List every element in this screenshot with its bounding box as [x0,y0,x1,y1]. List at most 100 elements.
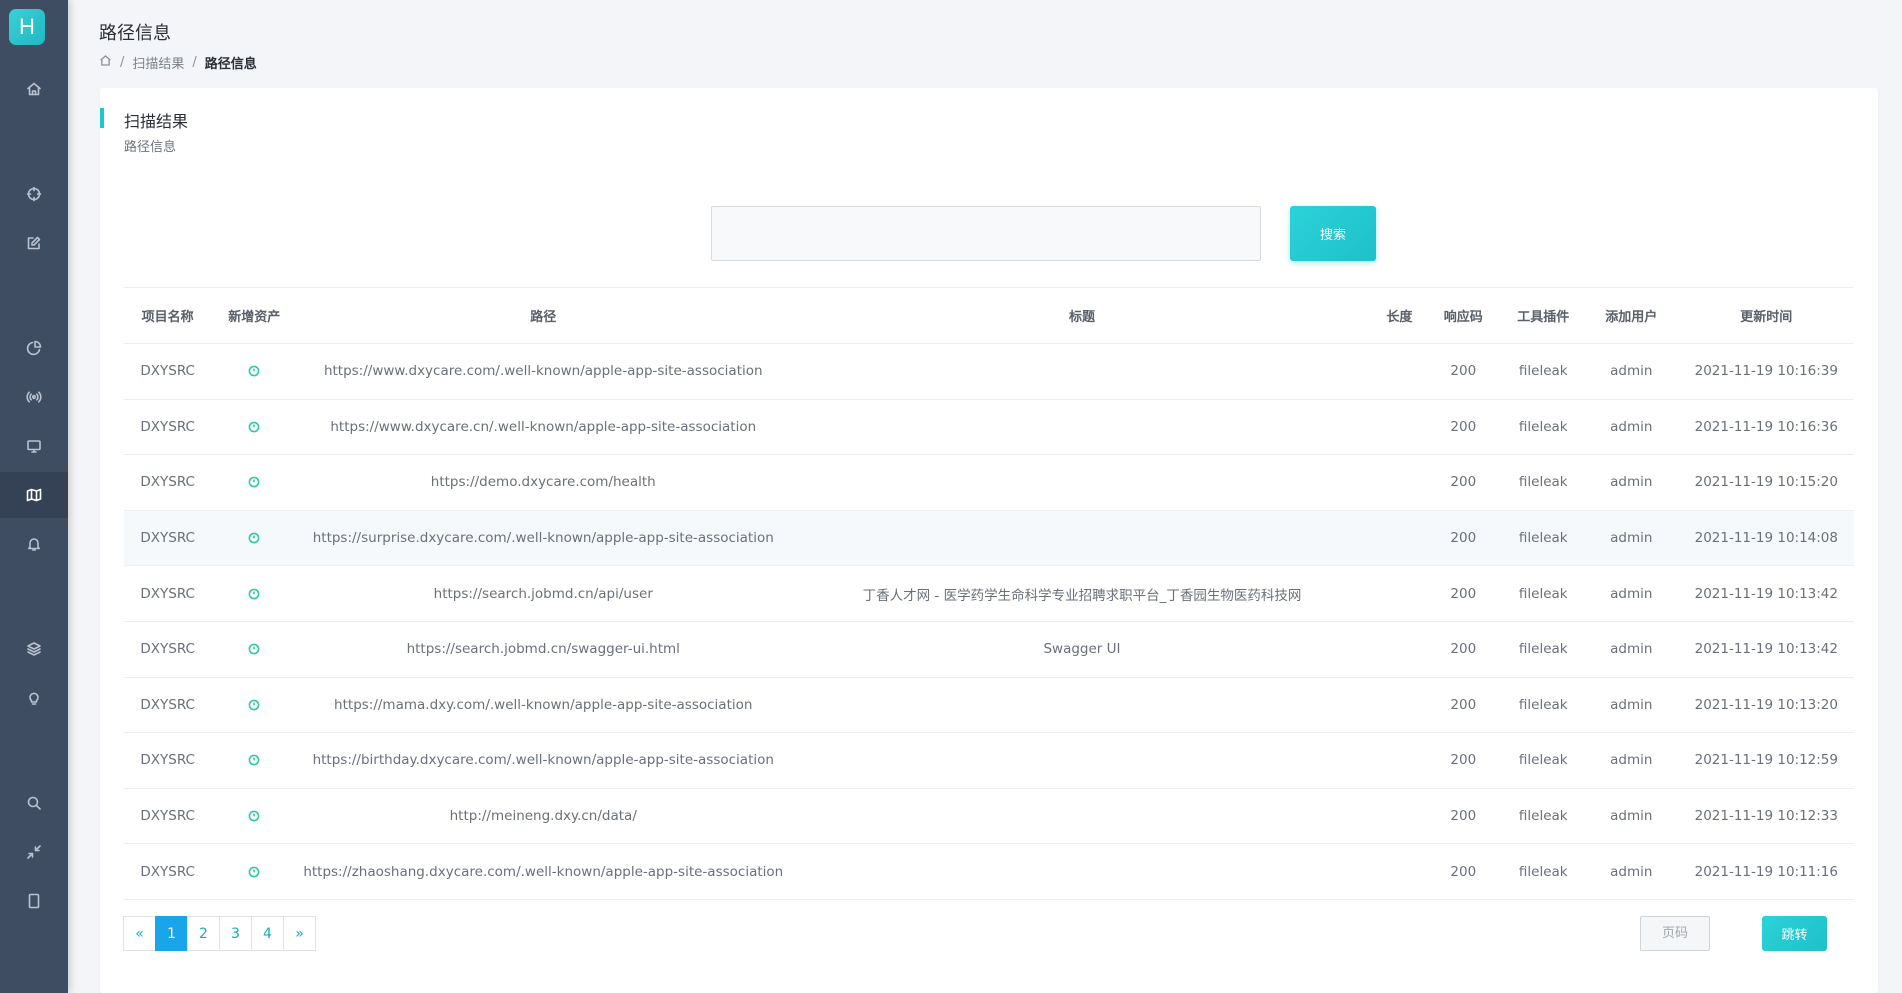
breadcrumb-separator: / [192,55,197,70]
new-asset-icon [248,754,260,766]
sidebar-item-monitor[interactable] [0,374,68,420]
column-header-updated: 更新时间 [1678,287,1854,344]
table-row[interactable]: DXYSRC https://surprise.dxycare.com/.well… [124,510,1854,567]
table-row[interactable]: DXYSRC http://meineng.dxy.cn/data/200 file… [124,788,1854,845]
table-row[interactable]: DXYSRC https://zhaoshang.dxycare.com/.wel… [124,843,1854,900]
cell-new-asset [211,843,298,900]
pagination-page-3[interactable]: 3 [219,916,252,951]
cell-title [789,510,1375,567]
cell-length [1374,788,1424,845]
cell-plugin: fileleak [1502,454,1584,511]
table-header-row: 项目名称 新增资产 路径 标题 长度 响应码 工具插件 添加用户 更新时间 [124,287,1854,344]
card-subtitle: 路径信息 [124,140,177,155]
pagination-page-2[interactable]: 2 [187,916,220,951]
radio-signal-icon [26,391,42,403]
cell-status-code: 200 [1423,677,1503,734]
home-icon [27,82,41,96]
jump-button[interactable]: 跳转 [1762,916,1827,951]
cell-updated: 2021-11-19 10:13:42 [1678,621,1854,678]
cell-project: DXYSRC [124,843,212,900]
breadcrumb-home[interactable] [99,54,112,71]
cell-length [1374,621,1424,678]
cell-user: admin [1583,677,1679,734]
table-row[interactable]: DXYSRC https://birthday.dxycare.com/.well… [124,732,1854,789]
cell-new-asset [211,565,298,622]
table-row[interactable]: DXYSRC https://www.dxycare.com/.well-know… [124,343,1854,400]
cell-user: admin [1583,510,1679,567]
cell-path: https://zhaoshang.dxycare.com/.well-know… [297,843,790,900]
table-row[interactable]: DXYSRC https://mama.dxy.com/.well-known/a… [124,677,1854,734]
pagination-page-4[interactable]: 4 [251,916,284,951]
layers-icon [27,642,41,656]
cell-new-asset [211,788,298,845]
pagination: « 1 2 3 4 » [123,916,316,951]
cell-status-code: 200 [1423,732,1503,789]
cell-updated: 2021-11-19 10:14:08 [1678,510,1854,567]
table-row[interactable]: DXYSRC https://demo.dxycare.com/health 200… [124,454,1854,511]
column-header-title: 标题 [789,287,1375,344]
cell-new-asset [211,732,298,789]
sidebar-item-device[interactable] [0,878,68,924]
cell-new-asset [211,510,298,567]
cell-updated: 2021-11-19 10:13:20 [1678,677,1854,734]
cell-plugin: fileleak [1502,621,1584,678]
sidebar-item-home[interactable] [0,66,68,112]
table-row[interactable]: DXYSRC https://search.jobmd.cn/swagger-ui… [124,621,1854,678]
cell-path: https://mama.dxy.com/.well-known/apple-a… [297,677,790,734]
cell-path: https://demo.dxycare.com/health [297,454,790,511]
table-row[interactable]: DXYSRC https://www.dxycare.cn/.well-known… [124,399,1854,456]
page-title: 路径信息 [99,23,171,44]
cell-title [789,399,1375,456]
sidebar: H [0,0,68,993]
cell-title [789,343,1375,400]
sidebar-item-layers[interactable] [0,626,68,672]
cell-updated: 2021-11-19 10:16:36 [1678,399,1854,456]
sidebar-item-collapse[interactable] [0,829,68,875]
cell-updated: 2021-11-19 10:12:59 [1678,732,1854,789]
sidebar-item-ideas[interactable] [0,675,68,721]
cell-user: admin [1583,788,1679,845]
new-asset-icon [248,476,260,488]
sidebar-item-search[interactable] [0,780,68,826]
monitor-icon [27,440,41,453]
page-number-input[interactable] [1640,916,1710,951]
card-accent-bar [100,108,104,128]
cell-project: DXYSRC [124,565,212,622]
pagination-page-1[interactable]: 1 [155,916,188,951]
sidebar-item-map[interactable] [0,472,68,518]
sidebar-item-stats[interactable] [0,325,68,371]
pagination-next[interactable]: » [283,916,316,951]
pagination-prev[interactable]: « [123,916,156,951]
column-header-user: 添加用户 [1583,287,1679,344]
sidebar-item-edit[interactable] [0,220,68,266]
cell-user: admin [1583,454,1679,511]
sidebar-item-alerts[interactable] [0,521,68,567]
minimize-icon [27,845,41,859]
map-icon [26,488,42,502]
table-row[interactable]: DXYSRC https://search.jobmd.cn/api/user 丁香… [124,565,1854,622]
search-button[interactable]: 搜索 [1290,206,1376,261]
cell-user: admin [1583,343,1679,400]
breadcrumb-item-scan-results[interactable]: 扫描结果 [132,53,184,72]
new-asset-icon [248,588,260,600]
app-logo[interactable]: H [9,9,45,45]
cell-project: DXYSRC [124,510,212,567]
cell-status-code: 200 [1423,510,1503,567]
search-icon [27,796,41,810]
cell-title [789,677,1375,734]
cell-path: https://surprise.dxycare.com/.well-known… [297,510,790,567]
search-input[interactable] [711,206,1261,261]
cell-length [1374,677,1424,734]
cell-user: admin [1583,399,1679,456]
sidebar-item-target[interactable] [0,171,68,217]
cell-project: DXYSRC [124,732,212,789]
cell-plugin: fileleak [1502,732,1584,789]
sidebar-item-screen[interactable] [0,423,68,469]
cell-status-code: 200 [1423,565,1503,622]
cell-plugin: fileleak [1502,788,1584,845]
cell-length [1374,454,1424,511]
cell-title [789,788,1375,845]
path-table: 项目名称 新增资产 路径 标题 长度 响应码 工具插件 添加用户 更新时间 DX… [124,287,1854,900]
bell-icon [28,538,40,551]
cell-length [1374,565,1424,622]
